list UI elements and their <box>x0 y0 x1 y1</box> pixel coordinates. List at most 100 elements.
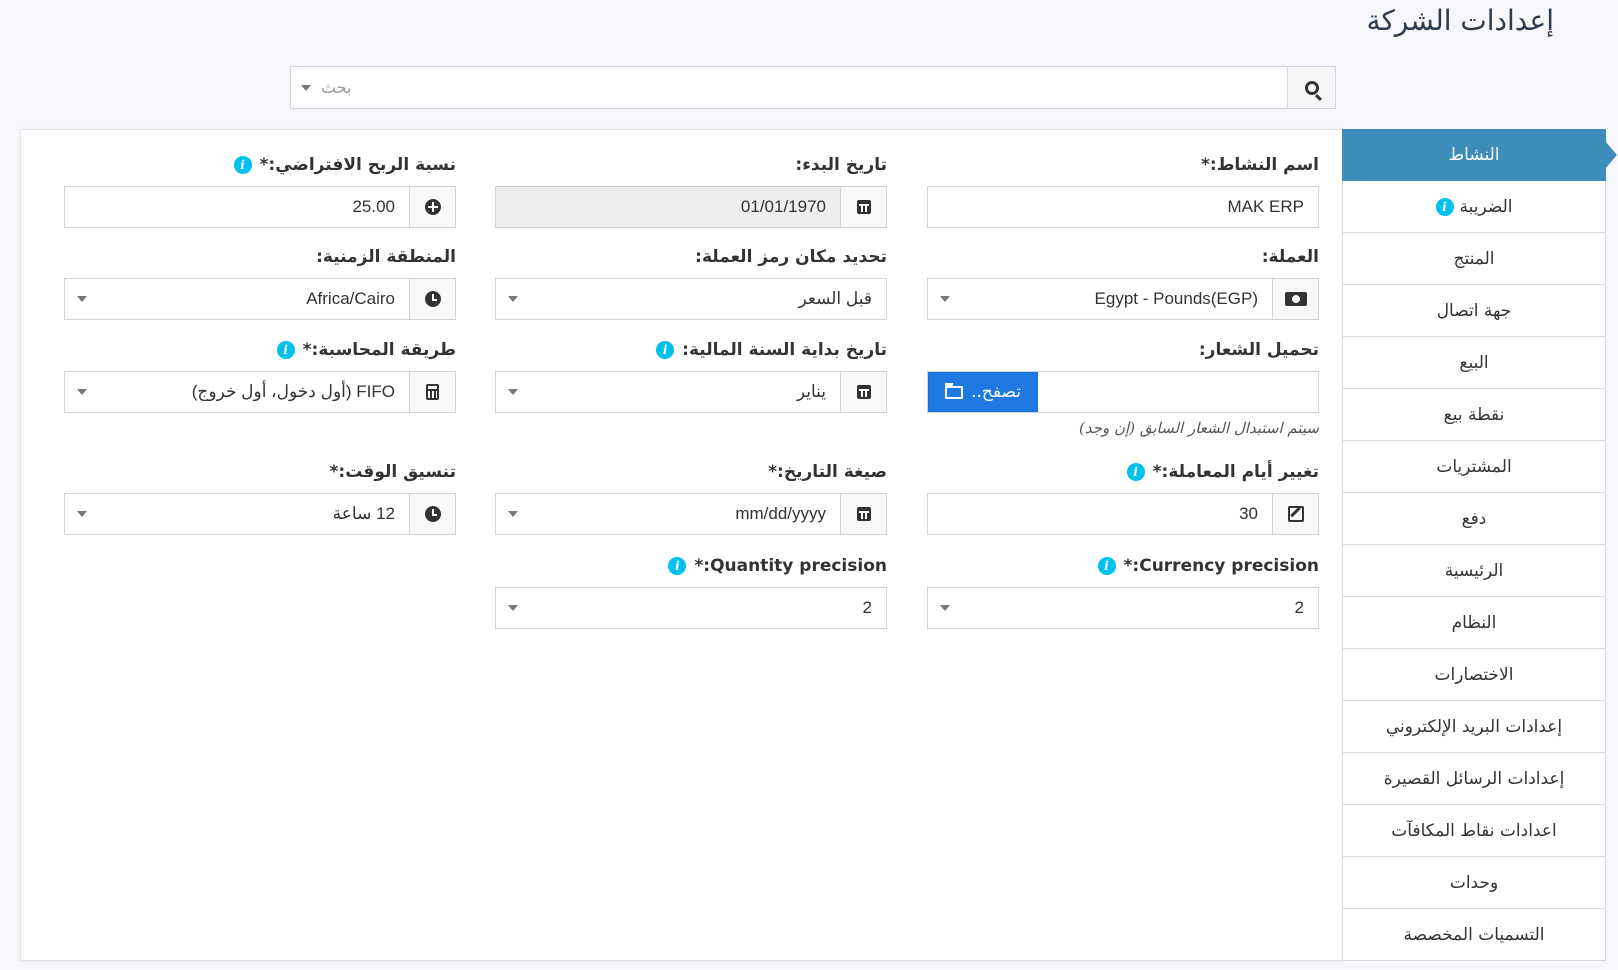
start-date-input[interactable]: 01/01/1970 <box>495 186 887 228</box>
page-title: إعدادات الشركة <box>1366 4 1554 37</box>
side-item-shortcuts[interactable]: الاختصارات <box>1342 649 1606 701</box>
fy-start-month-group: تاريخ بداية السنة المالية: i يناير <box>495 337 887 413</box>
date-format-label: صيغة التاريخ:* <box>768 462 887 482</box>
transaction-edit-days-input[interactable]: 30 <box>927 493 1319 535</box>
clock-addon <box>409 279 455 319</box>
chevron-down-icon <box>508 605 518 611</box>
time-format-select[interactable]: 12 ساعة <box>64 493 456 535</box>
dropdown-caret[interactable] <box>928 279 962 319</box>
time-zone-select[interactable]: Africa/Cairo <box>64 278 456 320</box>
side-item-reward-points[interactable]: اعدادات نقاط المكافآت <box>1342 805 1606 857</box>
dropdown-caret[interactable] <box>496 372 530 412</box>
folder-open-icon <box>945 382 964 399</box>
dropdown-caret[interactable] <box>496 588 530 628</box>
currency-symbol-placement-group: تحديد مكان رمز العملة: قبل السعر <box>495 244 887 320</box>
settings-side-menu: النشاط الضريبة i المنتج جهة اتصال البيع ن… <box>1342 129 1606 961</box>
logo-file-name[interactable] <box>1038 372 1318 412</box>
dropdown-caret[interactable] <box>496 279 530 319</box>
info-icon[interactable]: i <box>276 341 295 359</box>
clock-icon <box>424 291 441 307</box>
fy-start-month-label: تاريخ بداية السنة المالية: i <box>495 337 887 363</box>
info-icon[interactable]: i <box>656 341 675 359</box>
logo-upload-label: تحميل الشعار: <box>1198 340 1319 360</box>
clock-addon <box>409 494 455 534</box>
logo-hint: سيتم استبدال الشعار السابق (إن وجد) <box>1079 419 1319 437</box>
transaction-edit-days-group: تغيير أيام المعاملة:* i 30 <box>927 459 1319 535</box>
time-format-label: تنسيق الوقت:* <box>329 462 457 482</box>
side-item-sms-settings[interactable]: إعدادات الرسائل القصيرة <box>1342 753 1606 805</box>
calendar-addon <box>840 372 886 412</box>
side-item-tax[interactable]: الضريبة i <box>1342 181 1606 233</box>
start-date-group: تاريخ البدء: 01/01/1970 <box>495 152 887 228</box>
clock-icon <box>424 506 441 522</box>
chevron-down-icon <box>508 511 518 517</box>
browse-button[interactable]: تصفح.. <box>928 372 1038 412</box>
transaction-edit-days-label: تغيير أيام المعاملة:* i <box>927 459 1319 485</box>
info-icon: i <box>1435 197 1454 216</box>
side-item-payment[interactable]: دفع <box>1342 493 1606 545</box>
side-item-contact[interactable]: جهة اتصال <box>1342 285 1606 337</box>
profit-percent-input[interactable]: 25.00 <box>64 186 456 228</box>
side-item-units[interactable]: وحدات <box>1342 857 1606 909</box>
currency-precision-select[interactable]: 2 <box>927 587 1319 629</box>
chevron-down-icon <box>77 389 87 395</box>
side-item-custom-labels[interactable]: التسميات المخصصة <box>1342 909 1606 961</box>
money-icon <box>1284 292 1307 306</box>
side-item-product[interactable]: المنتج <box>1342 233 1606 285</box>
accounting-method-select[interactable]: FIFO (أول دخول، أول خروج) <box>64 371 456 413</box>
currency-label: العملة: <box>1261 247 1319 267</box>
time-zone-label: المنطقة الزمنية: <box>316 247 456 267</box>
currency-select[interactable]: Egypt - Pounds(EGP) <box>927 278 1319 320</box>
side-item-system[interactable]: النظام <box>1342 597 1606 649</box>
dropdown-caret[interactable] <box>65 494 99 534</box>
quantity-precision-select[interactable]: 2 <box>495 587 887 629</box>
quantity-precision-label: Quantity precision:* i <box>495 553 887 579</box>
chevron-down-icon <box>940 605 950 611</box>
side-item-dashboard[interactable]: الرئيسية <box>1342 545 1606 597</box>
start-date-label: تاريخ البدء: <box>795 155 887 175</box>
date-format-select[interactable]: mm/dd/yyyy <box>495 493 887 535</box>
dropdown-caret[interactable] <box>496 494 530 534</box>
money-addon <box>1272 279 1318 319</box>
side-item-business[interactable]: النشاط <box>1342 129 1606 181</box>
side-item-purchases[interactable]: المشتريات <box>1342 441 1606 493</box>
info-icon[interactable]: i <box>668 557 687 575</box>
chevron-down-icon <box>508 389 518 395</box>
info-icon[interactable]: i <box>233 156 252 174</box>
fy-start-month-select[interactable]: يناير <box>495 371 887 413</box>
chevron-down-icon <box>301 84 311 91</box>
dropdown-caret[interactable] <box>65 279 99 319</box>
accounting-method-group: طريقة المحاسبة:* i FIFO (أول دخول، أول خر… <box>64 337 456 413</box>
business-name-label: اسم النشاط:* <box>1201 155 1319 175</box>
search-select[interactable]: بحث <box>290 66 1336 109</box>
dropdown-caret[interactable] <box>928 588 962 628</box>
side-item-email-settings[interactable]: إعدادات البريد الإلكتروني <box>1342 701 1606 753</box>
logo-upload-group: تحميل الشعار: تصفح.. سيتم استبدال الشعار… <box>927 337 1319 437</box>
dropdown-caret[interactable] <box>65 372 99 412</box>
calculator-icon <box>426 384 439 400</box>
currency-symbol-placement-select[interactable]: قبل السعر <box>495 278 887 320</box>
search-dropdown-caret[interactable] <box>291 67 321 108</box>
time-zone-group: المنطقة الزمنية: Africa/Cairo <box>64 244 456 320</box>
chevron-down-icon <box>940 296 950 302</box>
logo-file-input[interactable]: تصفح.. <box>927 371 1319 413</box>
edit-icon <box>1287 506 1304 522</box>
plus-circle-icon <box>424 199 441 215</box>
chevron-down-icon <box>508 296 518 302</box>
search-input[interactable]: بحث <box>321 67 1287 108</box>
chevron-down-icon <box>77 511 87 517</box>
calculator-addon <box>409 372 455 412</box>
side-item-sale[interactable]: البيع <box>1342 337 1606 389</box>
business-name-input[interactable]: MAK ERP <box>927 186 1319 228</box>
profit-percent-label: نسبة الربح الافتراضي:* i <box>64 152 456 178</box>
info-icon[interactable]: i <box>1097 557 1116 575</box>
currency-precision-label: Currency precision:* i <box>927 553 1319 579</box>
currency-precision-group: Currency precision:* i 2 <box>927 553 1319 629</box>
time-format-group: تنسيق الوقت:* 12 ساعة <box>64 459 456 535</box>
calendar-icon <box>856 200 871 214</box>
accounting-method-label: طريقة المحاسبة:* i <box>64 337 456 363</box>
side-item-pos[interactable]: نقطة بيع <box>1342 389 1606 441</box>
search-icon <box>1304 80 1319 95</box>
info-icon[interactable]: i <box>1126 463 1145 481</box>
search-button[interactable] <box>1287 67 1335 108</box>
